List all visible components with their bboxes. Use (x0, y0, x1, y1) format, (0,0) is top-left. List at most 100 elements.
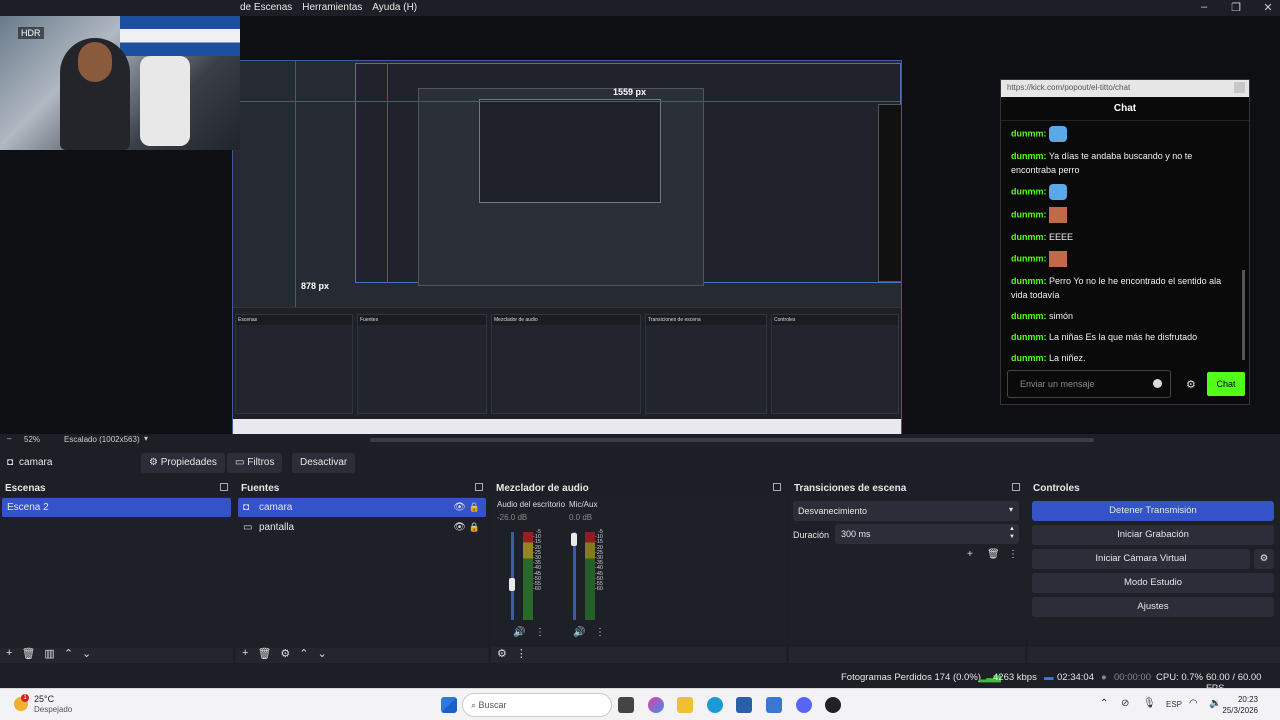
volume-icon[interactable]: 🔉 (1209, 698, 1221, 709)
move-up-icon[interactable]: ⌃ (299, 647, 308, 660)
kebab-menu-icon[interactable]: ⋮ (1008, 549, 1018, 560)
lock-icon[interactable]: 🔒 (469, 498, 480, 517)
weather-desc: Despejado (34, 705, 73, 714)
volume-fader[interactable] (571, 533, 577, 546)
mixer-title: Mezclador de audio (496, 483, 589, 494)
stop-stream-button[interactable]: Detener Transmisión (1032, 501, 1274, 521)
deactivate-button[interactable]: Desactivar (292, 453, 356, 473)
nested-preview-3 (479, 99, 661, 203)
file-explorer-icon[interactable] (677, 697, 693, 713)
delete-icon[interactable]: 🗑 (257, 647, 271, 660)
network-off-icon[interactable]: ⊘ (1121, 698, 1129, 709)
source-item-camara[interactable]: ◘ camara 👁 🔒 (238, 498, 486, 517)
delete-icon[interactable]: 🗑 (21, 647, 35, 660)
add-icon[interactable]: + (242, 647, 248, 659)
app-icon[interactable] (766, 697, 782, 713)
chat-username[interactable]: dunmm: (1011, 311, 1047, 321)
gear-icon[interactable]: ⚙ (280, 647, 290, 660)
mixer-settings-icon[interactable]: ⚙ (497, 647, 507, 660)
store-icon[interactable] (736, 697, 752, 713)
add-icon[interactable]: + (967, 549, 973, 560)
chat-username[interactable]: dunmm: (1011, 253, 1047, 263)
stepper-icon[interactable]: ▲ ▼ (1009, 525, 1015, 541)
close-button[interactable]: ✕ (1256, 1, 1280, 14)
settings-button[interactable]: Ajustes (1032, 597, 1274, 617)
chat-text: simón (1049, 311, 1074, 321)
duration-label: Duración (793, 530, 830, 540)
menu-help[interactable]: Ayuda (H) (372, 2, 417, 13)
start-menu-icon[interactable] (441, 697, 457, 713)
terminal-icon[interactable] (618, 697, 634, 713)
menu-tools[interactable]: Herramientas (302, 2, 362, 13)
mixer-channel-mic: Mic/Aux 0.0 dB -5 -10 -15 -20 -25 -30 -35 -40 -4… (569, 500, 639, 645)
kebab-menu-icon[interactable]: ⋮ (516, 647, 527, 660)
source-item-pantalla[interactable]: ▭ pantalla 👁 🔒 (238, 518, 486, 537)
language-indicator[interactable]: ESP (1166, 700, 1182, 709)
chat-username[interactable]: dunmm: (1011, 276, 1047, 286)
scene-item[interactable]: Escena 2 (2, 498, 231, 517)
obs-icon[interactable] (825, 697, 841, 713)
properties-button[interactable]: ⚙ Propiedades (141, 453, 225, 473)
filter-icon[interactable]: ▥ (44, 647, 54, 660)
chat-settings-icon[interactable]: ⚙ (1186, 378, 1196, 391)
volume-track[interactable] (511, 532, 514, 620)
taskbar-search[interactable]: ⌕ Buscar (462, 693, 612, 717)
start-recording-button[interactable]: Iniciar Grabación (1032, 525, 1274, 545)
visibility-icon[interactable]: 👁 (453, 498, 466, 517)
undock-icon[interactable] (220, 483, 228, 491)
chat-username[interactable]: dunmm: (1011, 232, 1047, 242)
level-meter (523, 532, 533, 620)
chat-username[interactable]: dunmm: (1011, 332, 1047, 342)
move-down-icon[interactable]: ⌄ (82, 647, 91, 660)
lock-icon[interactable]: 🔒 (469, 518, 480, 537)
delete-icon[interactable]: 🗑 (987, 549, 1000, 560)
chat-send-button[interactable]: Chat (1207, 372, 1245, 396)
virtualcam-settings-icon[interactable]: ⚙ (1254, 549, 1274, 569)
add-icon[interactable]: + (6, 647, 12, 659)
menu-scenes[interactable]: de Escenas (240, 2, 292, 13)
taskbar-clock[interactable]: 20:23 25/3/2026 (1222, 694, 1258, 716)
chat-username[interactable]: dunmm: (1011, 186, 1047, 196)
wifi-icon[interactable]: ◠ (1189, 698, 1198, 709)
undock-icon[interactable] (1012, 483, 1020, 491)
preview-hscrollbar[interactable] (370, 438, 1094, 442)
move-down-icon[interactable]: ⌄ (318, 647, 327, 660)
speaker-icon[interactable]: 🔊 (573, 627, 585, 638)
emoji-icon[interactable] (1153, 379, 1162, 388)
edge-icon[interactable] (707, 697, 723, 713)
chat-close-icon[interactable] (1234, 82, 1245, 93)
scaling-dropdown-icon[interactable]: ▾ (144, 434, 148, 443)
visibility-icon[interactable]: 👁 (453, 518, 466, 537)
transition-select[interactable]: Desvanecimiento ▾ (793, 501, 1019, 521)
minimize-button[interactable]: – (1192, 1, 1216, 14)
kebab-menu-icon[interactable]: ⋮ (535, 627, 545, 638)
speaker-icon[interactable]: 🔊 (513, 627, 525, 638)
copilot-icon[interactable] (648, 697, 664, 713)
discord-icon[interactable] (796, 697, 812, 713)
undock-icon[interactable] (475, 483, 483, 491)
chat-scrollbar[interactable] (1242, 270, 1245, 360)
preview-canvas[interactable]: 1559 px 878 px Escenas Fuentes Mezclador… (0, 16, 1280, 438)
zoom-out-icon[interactable]: – (7, 434, 11, 443)
kebab-menu-icon[interactable]: ⋮ (595, 627, 605, 638)
duration-input[interactable]: 300 ms ▲ ▼ (835, 524, 1019, 544)
filters-button[interactable]: ▭ Filtros (227, 453, 283, 473)
chat-username[interactable]: dunmm: (1011, 209, 1047, 219)
meter-scale: -5 -10 -15 -20 -25 -30 -35 -40 -45 -50 -55 -60 (533, 529, 541, 593)
move-up-icon[interactable]: ⌃ (64, 647, 73, 660)
context-bar: ◘ camara ⚙ Propiedades ▭ Filtros Desacti… (0, 449, 1280, 477)
tray-chevron-icon[interactable]: ⌃ (1100, 698, 1108, 709)
maximize-button[interactable]: ❐ (1224, 1, 1248, 14)
undock-icon[interactable] (773, 483, 781, 491)
chat-message-input[interactable]: Enviar un mensaje (1007, 370, 1171, 398)
volume-fader[interactable] (509, 578, 515, 591)
chat-message: dunmm: La niñez. (1011, 351, 1233, 365)
camera-icon: ◘ (7, 457, 14, 468)
start-virtualcam-button[interactable]: Iniciar Cámara Virtual (1032, 549, 1250, 569)
chat-username[interactable]: dunmm: (1011, 128, 1047, 138)
chat-username[interactable]: dunmm: (1011, 151, 1047, 161)
studio-mode-button[interactable]: Modo Estudio (1032, 573, 1274, 593)
chat-username[interactable]: dunmm: (1011, 353, 1047, 363)
microphone-icon[interactable]: 🎙 (1143, 698, 1156, 709)
meter-scale: -5 -10 -15 -20 -25 -30 -35 -40 -45 -50 -55 -60 (595, 529, 603, 593)
